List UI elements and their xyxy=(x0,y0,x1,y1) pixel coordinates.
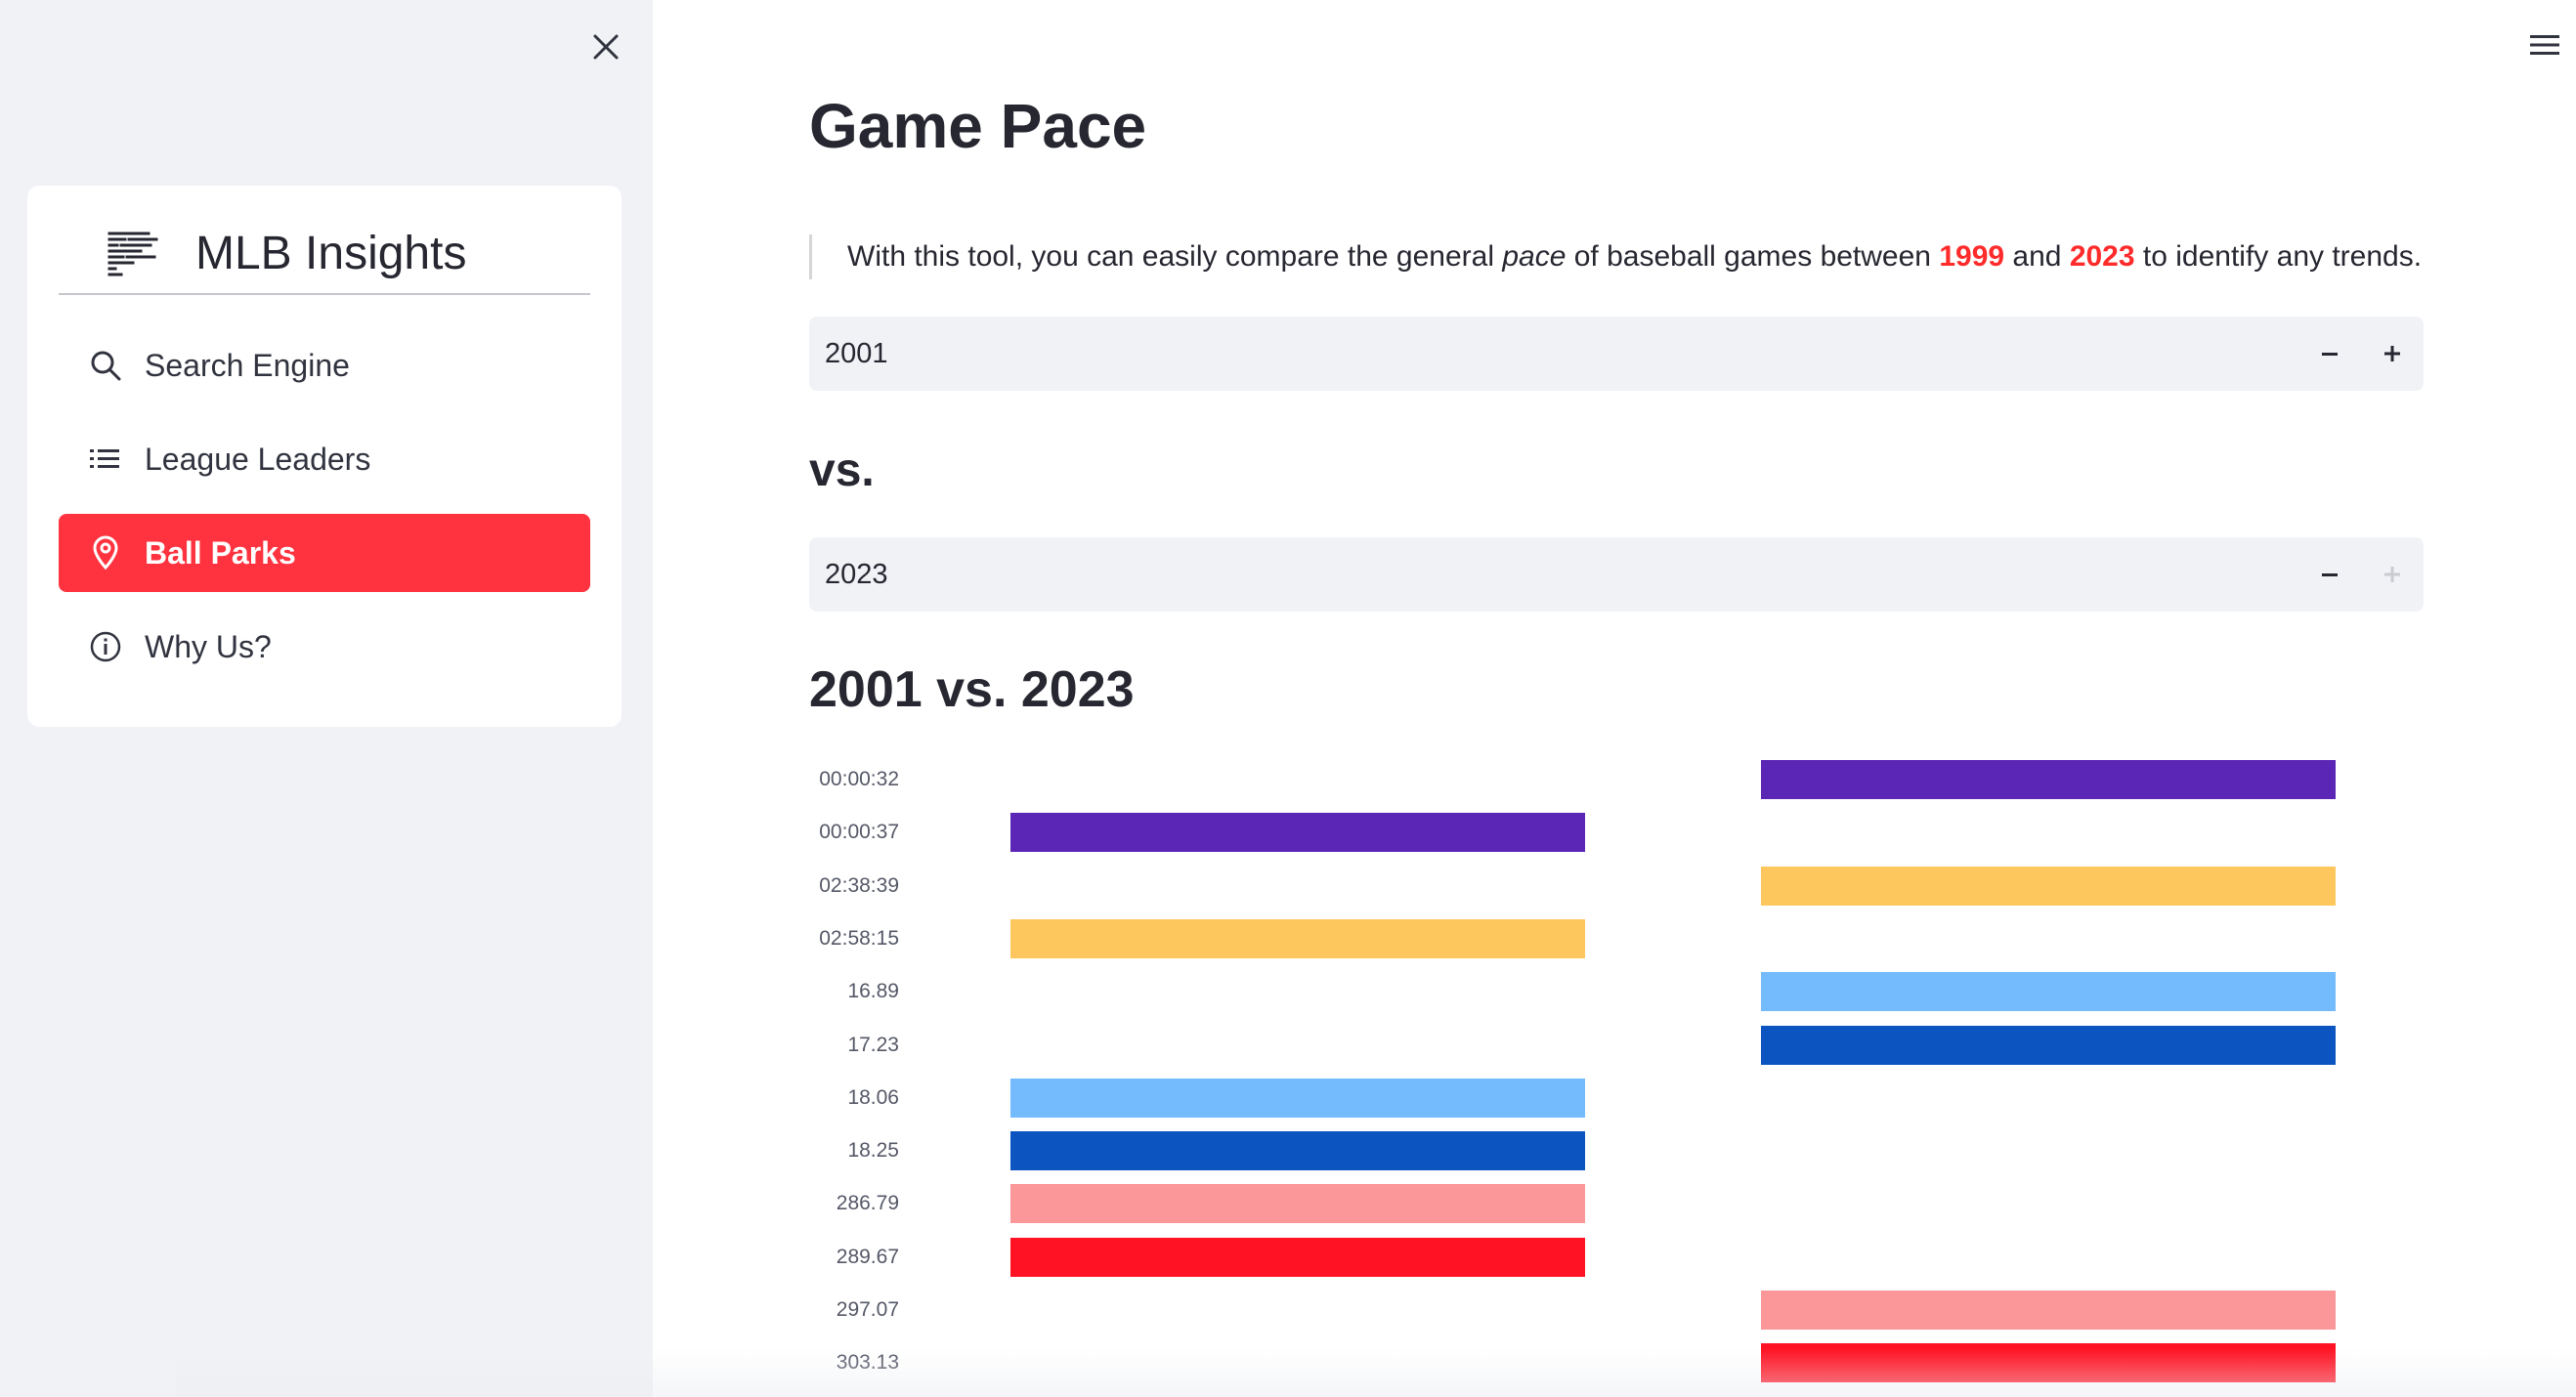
year-1-increment-button[interactable] xyxy=(2361,317,2424,391)
y-tick-label: 18.06 xyxy=(847,1085,899,1109)
y-tick-label: 18.25 xyxy=(847,1139,899,1163)
vs-label: vs. xyxy=(809,444,875,496)
year-1-value[interactable]: 2001 xyxy=(825,338,2298,370)
close-sidebar-button[interactable] xyxy=(582,23,629,70)
intro-text: With this tool, you can easily compare t… xyxy=(809,234,2422,279)
year-2-decrement-button[interactable] xyxy=(2298,537,2361,612)
intro-text-part: and xyxy=(2004,240,2070,273)
nav-header: MLB Insights xyxy=(59,213,590,295)
page-title: Game Pace xyxy=(809,91,1147,161)
y-tick-label: 289.67 xyxy=(836,1245,899,1268)
comparison-title: 2001 vs. 2023 xyxy=(809,661,1135,718)
nav-item-league-leaders[interactable]: League Leaders xyxy=(59,420,590,498)
nav-item-ball-parks[interactable]: Ball Parks xyxy=(59,514,590,592)
nav-item-label: Search Engine xyxy=(145,347,350,383)
info-icon xyxy=(86,627,125,666)
nav-item-label: Ball Parks xyxy=(145,534,296,571)
nav-item-why-us[interactable]: Why Us? xyxy=(59,608,590,686)
y-tick-label: 297.07 xyxy=(836,1298,899,1321)
app-title: MLB Insights xyxy=(195,227,467,279)
y-tick-label: 00:00:37 xyxy=(819,821,899,844)
app-logo-icon xyxy=(107,232,158,276)
year-2-value[interactable]: 2023 xyxy=(825,559,2298,591)
y-tick-label: 17.23 xyxy=(847,1033,899,1056)
chart-bar xyxy=(1010,1078,1585,1118)
main-menu-button[interactable] xyxy=(2523,23,2566,66)
chart-bar xyxy=(1010,1237,1585,1277)
intro-text-part: With this tool, you can easily compare t… xyxy=(847,240,1503,273)
chart-bar xyxy=(1010,1184,1585,1224)
y-tick-label: 286.79 xyxy=(836,1192,899,1215)
y-tick-label: 303.13 xyxy=(836,1351,899,1375)
nav-menu: MLB Insights Search Engine League Leader… xyxy=(27,186,622,727)
chart-bar xyxy=(1761,1291,2336,1330)
sidebar: MLB Insights Search Engine League Leader… xyxy=(0,0,653,1397)
nav-item-search-engine[interactable]: Search Engine xyxy=(59,326,590,404)
y-tick-label: 00:00:32 xyxy=(819,768,899,790)
year-1-number-input[interactable]: 2001 xyxy=(809,317,2424,391)
chart-bar xyxy=(1010,918,1585,958)
chart-bar xyxy=(1761,1025,2336,1065)
y-tick-label: 02:38:39 xyxy=(819,873,899,897)
year-2-increment-button-disabled xyxy=(2361,537,2424,612)
chart-bar xyxy=(1761,760,2336,799)
intro-year-start: 1999 xyxy=(1939,240,2005,273)
intro-text-part: of baseball games between xyxy=(1566,240,1940,273)
year-2-number-input[interactable]: 2023 xyxy=(809,537,2424,612)
chart-bar xyxy=(1010,813,1585,853)
minus-icon xyxy=(2322,573,2338,576)
chart-bar xyxy=(1761,972,2336,1012)
close-icon xyxy=(593,34,619,60)
intro-year-end: 2023 xyxy=(2069,240,2135,273)
minus-icon xyxy=(2322,353,2338,356)
nav-item-label: Why Us? xyxy=(145,628,272,664)
intro-emphasis: pace xyxy=(1502,240,1567,273)
y-tick-label: 02:58:15 xyxy=(819,926,899,950)
plus-icon xyxy=(2384,346,2400,361)
list-icon xyxy=(86,440,125,479)
map-pin-icon xyxy=(86,533,125,572)
chart-bar xyxy=(1761,866,2336,906)
plus-icon xyxy=(2384,567,2400,582)
chart-bar xyxy=(1010,1131,1585,1171)
y-tick-label: 16.89 xyxy=(847,980,899,1003)
search-icon xyxy=(86,346,125,385)
chart-bar xyxy=(1761,1343,2336,1383)
year-1-decrement-button[interactable] xyxy=(2298,317,2361,391)
hamburger-menu-icon xyxy=(2530,35,2559,55)
intro-text-part: to identify any trends. xyxy=(2134,240,2423,273)
nav-item-label: League Leaders xyxy=(145,441,371,477)
